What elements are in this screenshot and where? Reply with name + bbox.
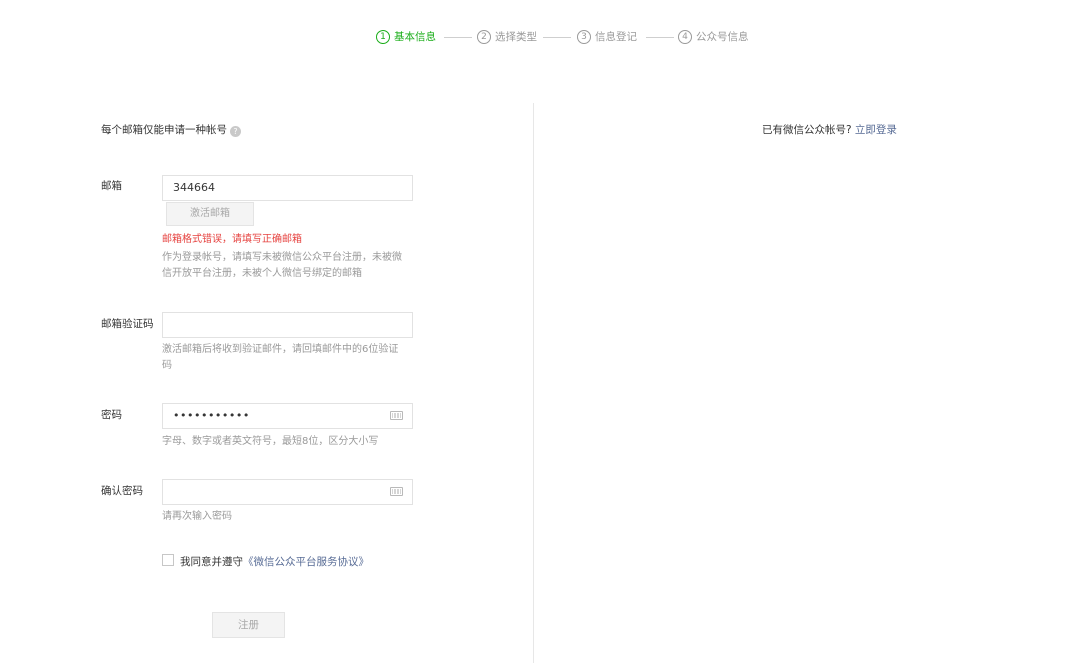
column-divider [533, 103, 534, 663]
confirm-password-tip: 请再次输入密码 [162, 511, 232, 522]
step-label: 基本信息 [394, 31, 436, 43]
form-intro: 每个邮箱仅能申请一种帐号? [101, 122, 241, 138]
step-info-register: 3 信息登记 [577, 28, 637, 46]
progress-steps: 1 基本信息 2 选择类型 3 信息登记 4 公众号信息 [0, 28, 1080, 48]
login-hint-text: 已有微信公众帐号? [762, 124, 852, 136]
verify-code-tip: 激活邮箱后将收到验证邮件，请回填邮件中的6位验证码 [162, 344, 399, 371]
register-button[interactable]: 注册 [212, 612, 285, 638]
step-separator [543, 37, 571, 38]
step-number: 4 [678, 30, 692, 44]
agree-text: 我同意并遵守 [180, 556, 243, 568]
step-label: 信息登记 [595, 31, 637, 43]
password-field[interactable]: ••••••••••• [162, 403, 413, 429]
step-basic-info: 1 基本信息 [376, 28, 436, 46]
step-number: 2 [477, 30, 491, 44]
step-number: 1 [376, 30, 390, 44]
step-separator [444, 37, 472, 38]
verify-code-label: 邮箱验证码 [101, 318, 154, 330]
step-label: 公众号信息 [696, 31, 749, 43]
step-account-info: 4 公众号信息 [678, 28, 749, 46]
email-field[interactable]: 344664 [162, 175, 413, 201]
agree-checkbox[interactable] [162, 554, 174, 566]
agreement: 我同意并遵守《微信公众平台服务协议》 [162, 554, 369, 570]
step-separator [646, 37, 674, 38]
step-number: 3 [577, 30, 591, 44]
intro-text: 每个邮箱仅能申请一种帐号 [101, 124, 227, 136]
keyboard-icon[interactable] [390, 487, 403, 496]
password-label: 密码 [101, 409, 122, 421]
help-icon[interactable]: ? [230, 126, 241, 137]
login-link[interactable]: 立即登录 [855, 124, 897, 136]
login-hint: 已有微信公众帐号? 立即登录 [762, 122, 897, 138]
email-error: 邮箱格式错误，请填写正确邮箱 [162, 234, 302, 245]
step-label: 选择类型 [495, 31, 537, 43]
step-select-type: 2 选择类型 [477, 28, 537, 46]
confirm-password-field[interactable] [162, 479, 413, 505]
email-label: 邮箱 [101, 180, 122, 192]
password-tip: 字母、数字或者英文符号，最短8位，区分大小写 [162, 436, 379, 447]
service-agreement-link[interactable]: 《微信公众平台服务协议》 [243, 556, 369, 568]
password-value: ••••••••••• [173, 409, 250, 422]
verify-code-field[interactable] [162, 312, 413, 338]
email-tip: 作为登录帐号，请填写未被微信公众平台注册，未被微信开放平台注册，未被个人微信号绑… [162, 252, 402, 279]
keyboard-icon[interactable] [390, 411, 403, 420]
confirm-password-label: 确认密码 [101, 485, 143, 497]
activate-email-button[interactable]: 激活邮箱 [166, 202, 254, 226]
